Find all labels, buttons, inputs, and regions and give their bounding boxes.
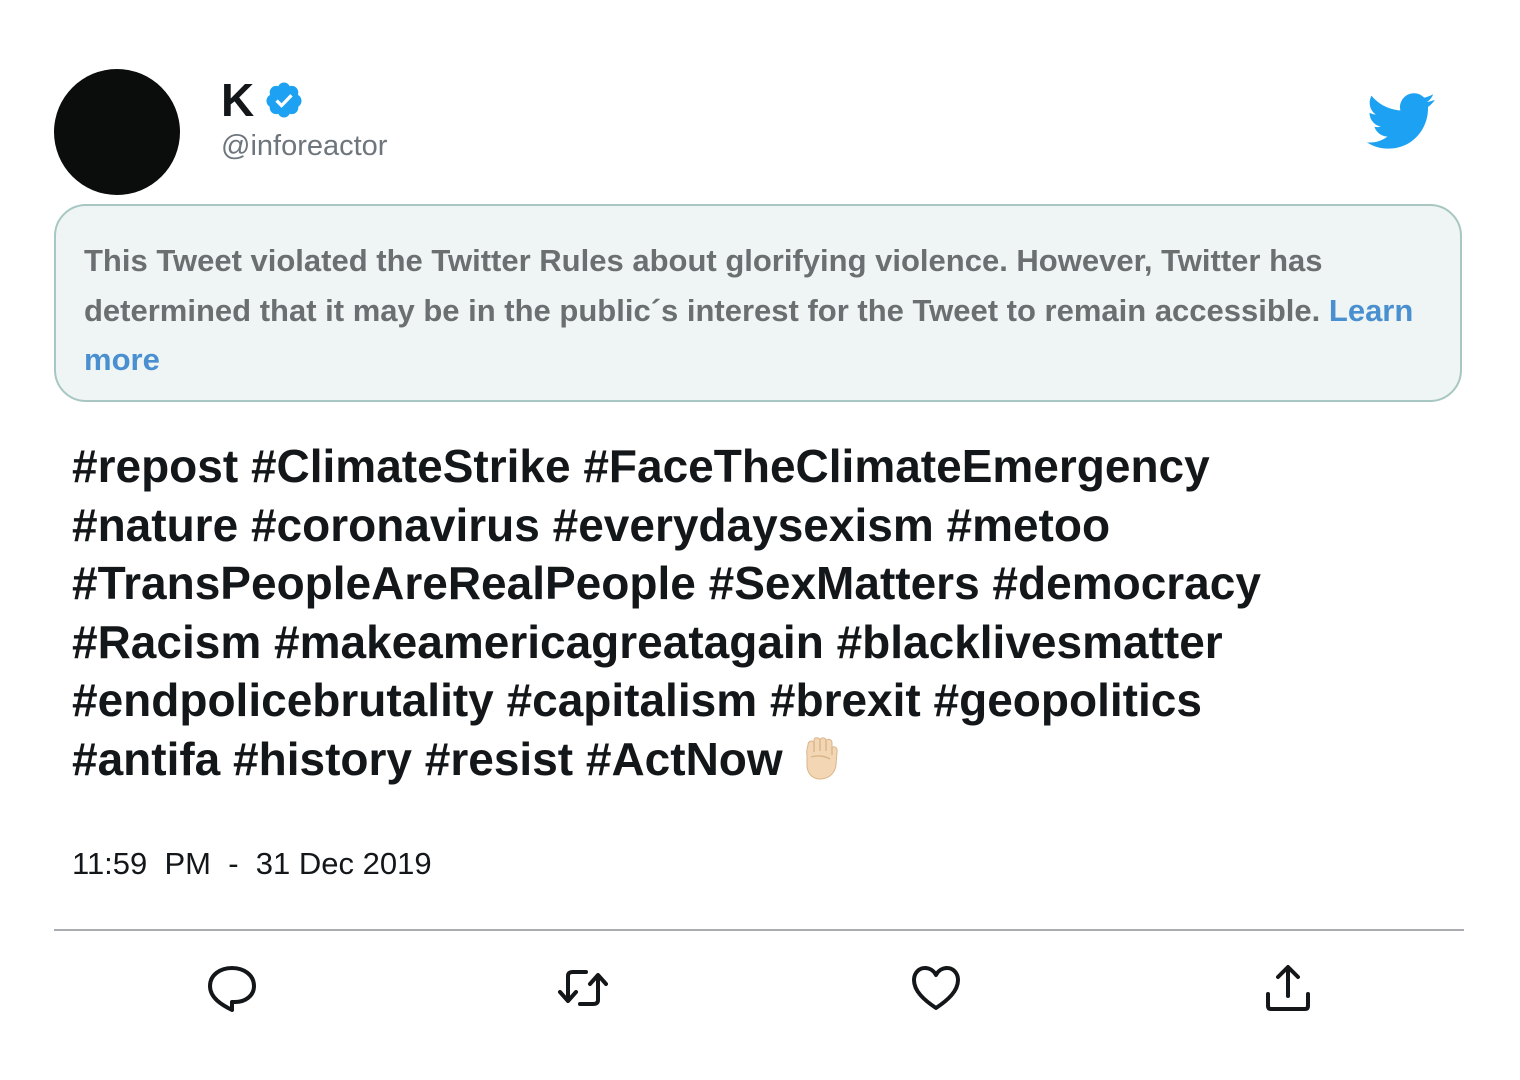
tweet-line-last: #antifa #history #resist #ActNow <box>72 730 1472 789</box>
user-handle[interactable]: @inforeactor <box>221 128 387 164</box>
raised-fist-icon <box>797 735 845 783</box>
tweet-line: #endpolicebrutality #capitalism #brexit … <box>72 674 1202 726</box>
verified-badge-icon <box>264 80 304 120</box>
tweet-line: #repost #ClimateStrike #FaceTheClimateEm… <box>72 440 1210 492</box>
retweet-icon <box>558 970 608 1006</box>
like-button[interactable] <box>906 958 966 1018</box>
tweet-line: #Racism #makeamericagreatagain #blackliv… <box>72 615 1223 668</box>
user-name-row: K <box>221 74 304 126</box>
tweet-timestamp[interactable]: 11:59 PM - 31 Dec 2019 <box>72 844 432 884</box>
display-name[interactable]: K <box>221 74 254 126</box>
tweet-body: #repost #ClimateStrike #FaceTheClimateEm… <box>72 437 1472 788</box>
retweet-button[interactable] <box>553 958 613 1018</box>
avatar[interactable] <box>54 69 180 195</box>
tweet-line: #antifa #history #resist #ActNow <box>72 732 783 785</box>
divider <box>54 929 1464 931</box>
notice-message: This Tweet violated the Twitter Rules ab… <box>84 243 1329 328</box>
reply-icon <box>208 966 256 1012</box>
tweet-line: #TransPeopleAreRealPeople #SexMatters #d… <box>72 557 1261 609</box>
notice-text-block: This Tweet violated the Twitter Rules ab… <box>84 236 1432 385</box>
twitter-bird-icon <box>1364 91 1436 151</box>
rules-violation-notice: This Tweet violated the Twitter Rules ab… <box>54 204 1462 402</box>
share-button[interactable] <box>1258 958 1318 1018</box>
heart-icon <box>912 966 960 1010</box>
tweet-line: #nature #coronavirus #everydaysexism #me… <box>72 498 1111 551</box>
share-icon <box>1266 965 1310 1011</box>
reply-button[interactable] <box>202 958 262 1018</box>
